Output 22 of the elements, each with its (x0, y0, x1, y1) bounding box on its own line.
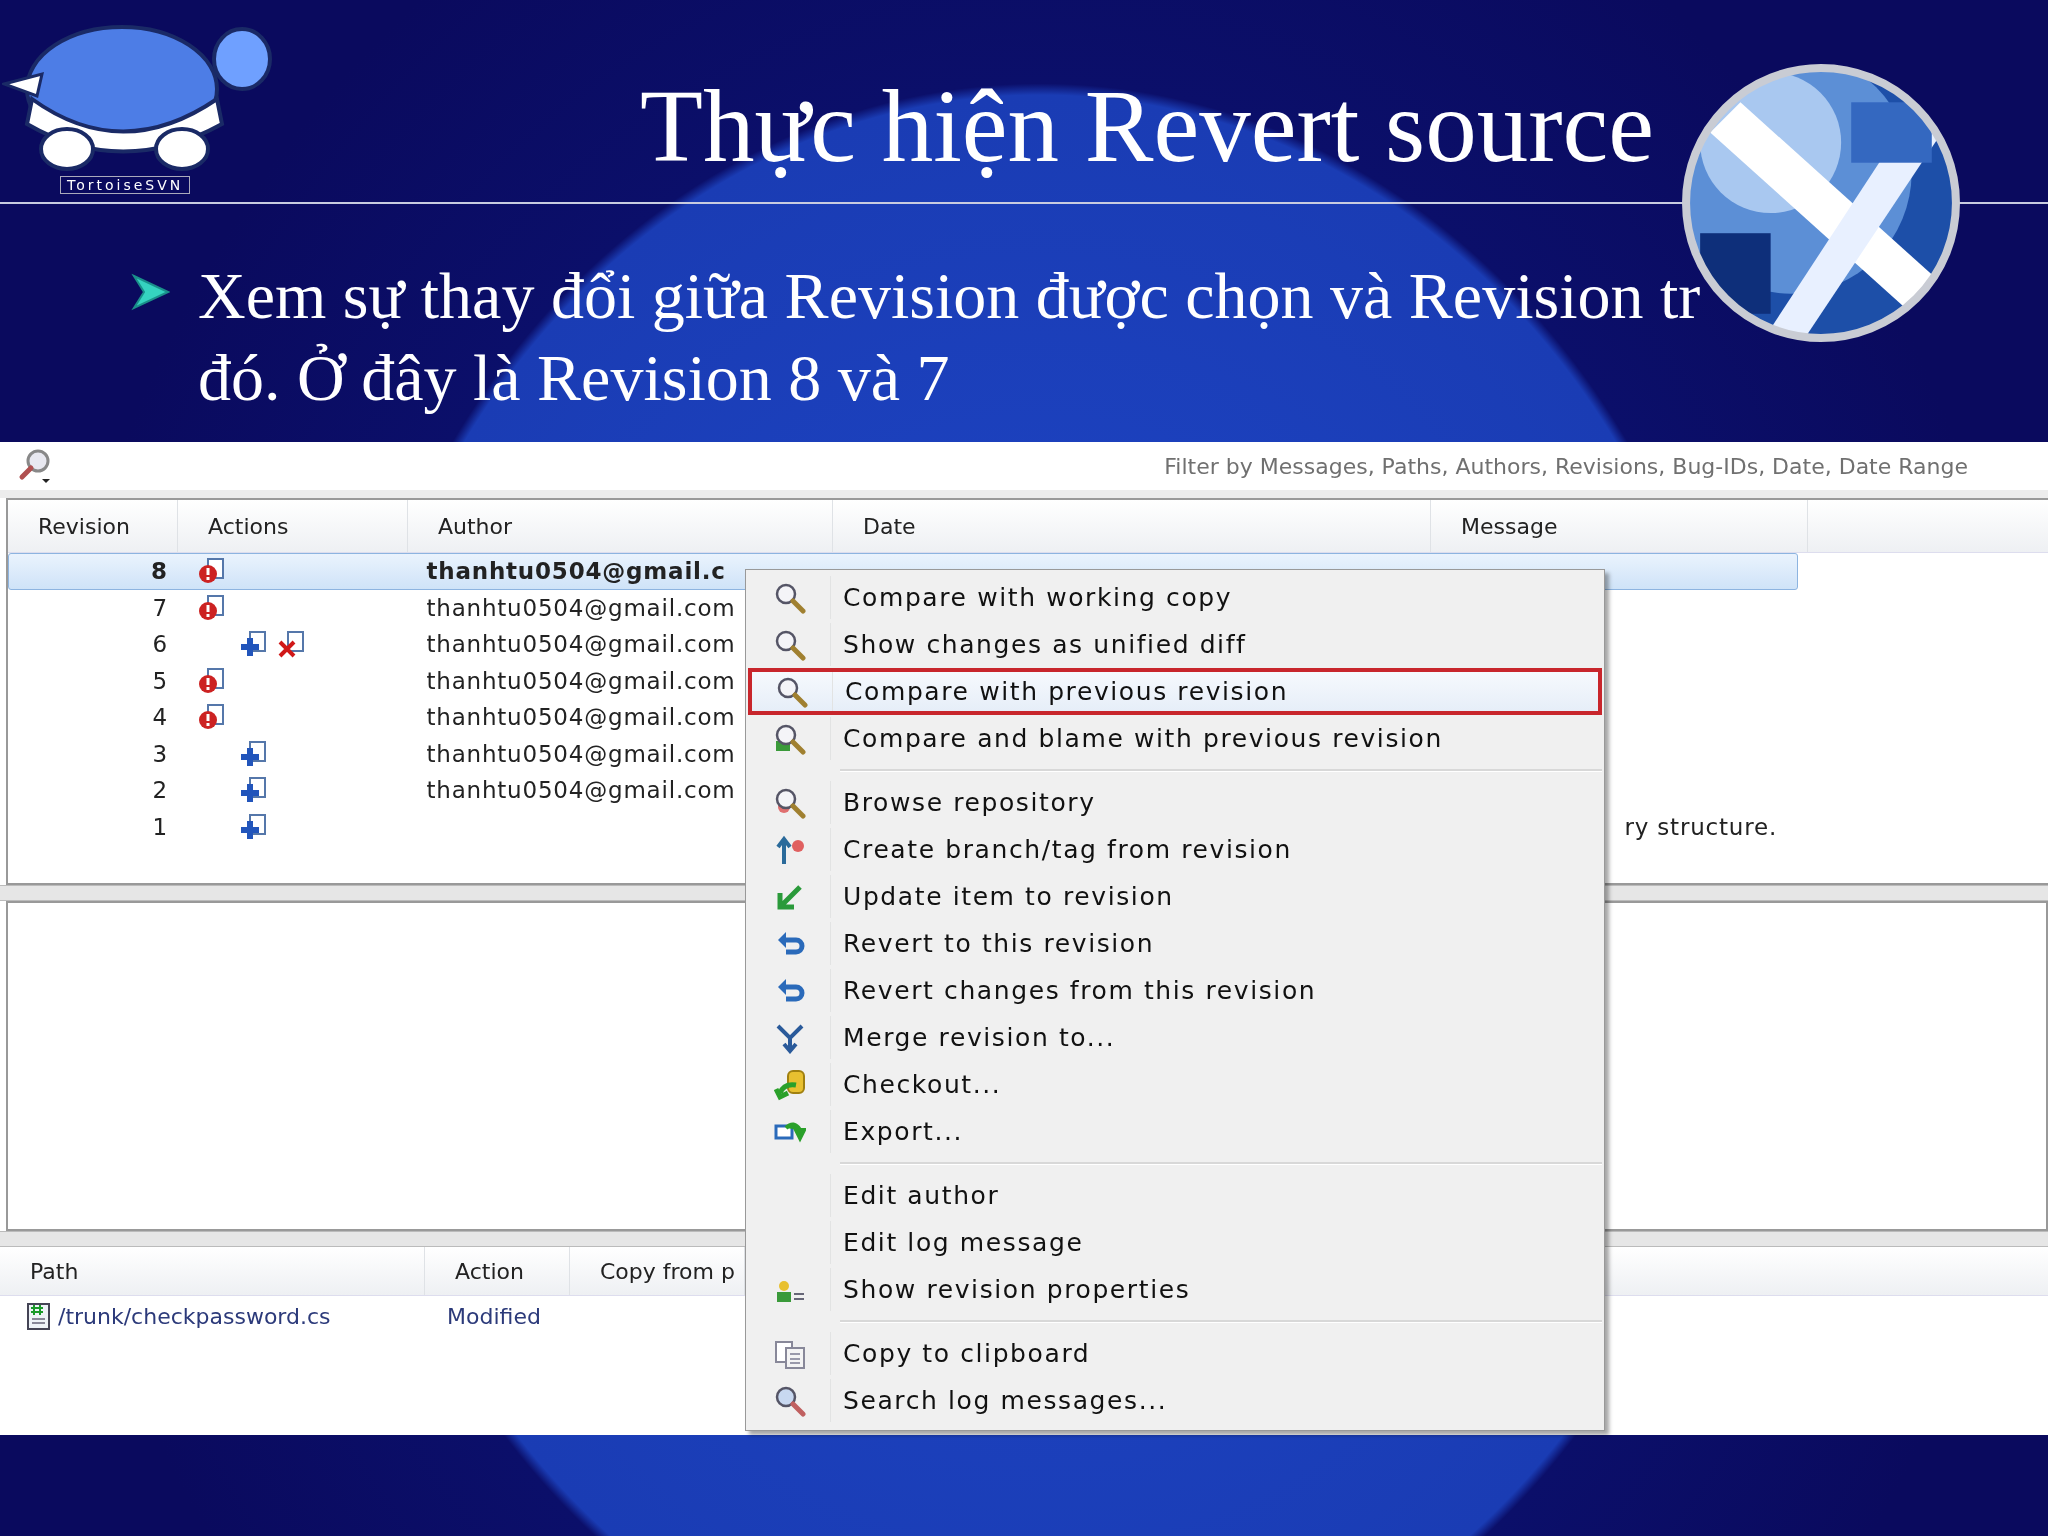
author-email: thanhtu0504@gmail.com (426, 704, 736, 731)
revision-number: 4 (152, 704, 168, 731)
revision-number: 5 (152, 667, 168, 694)
author-email: thanhtu0504@gmail.c (426, 558, 726, 585)
revision-number: 8 (151, 558, 168, 585)
bullet-text: đó. Ở đây là Revision 8 và 7 (198, 340, 950, 416)
logo-text: TortoiseSVN (60, 176, 191, 194)
revision-number: 1 (152, 813, 168, 840)
author-email: thanhtu0504@gmail.com (426, 777, 736, 804)
slide-title: Thực hiện Revert source (640, 70, 1654, 184)
log-message: ry structure. (1624, 813, 1777, 840)
file-path: /trunk/checkpassword.cs (58, 1303, 331, 1329)
change-action: Modified (447, 1303, 541, 1329)
author-email: thanhtu0504@gmail.com (426, 594, 736, 621)
revision-number: 7 (152, 594, 168, 621)
bullet-text: Xem sự thay đổi giữa Revision được chọn và Revision tr (198, 258, 1701, 334)
revision-number: 2 (152, 777, 168, 804)
revision-number: 6 (152, 631, 168, 658)
revision-number: 3 (152, 740, 168, 767)
author-email: thanhtu0504@gmail.com (426, 631, 736, 658)
author-email: thanhtu0504@gmail.com (426, 667, 736, 694)
author-email: thanhtu0504@gmail.com (426, 740, 736, 767)
